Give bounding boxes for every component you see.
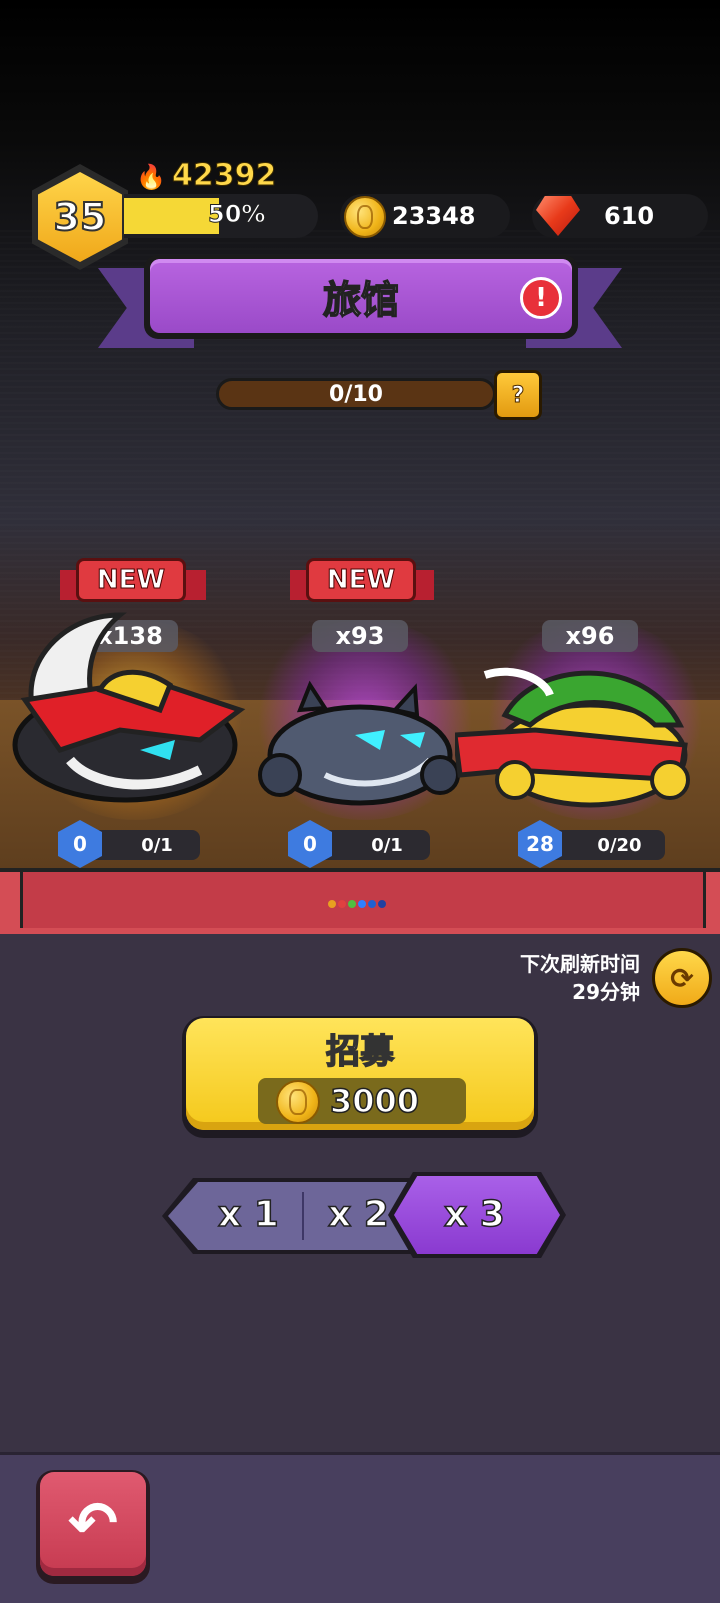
multiplier-x2[interactable]: x 2 <box>327 1193 389 1236</box>
refresh-label: 下次刷新时间 <box>520 952 640 976</box>
gem-amount: 610 <box>604 202 655 230</box>
coin-amount: 23348 <box>392 202 476 230</box>
fire-icon: 🔥 <box>136 163 166 191</box>
hero-2-count: x93 <box>312 620 408 652</box>
coin-icon <box>344 196 386 238</box>
hero-2-armored-blob[interactable] <box>255 680 465 810</box>
refresh-icon: ⟳ <box>670 961 694 995</box>
xp-percent: 50% <box>207 200 266 229</box>
refresh-time: 29分钟 <box>572 980 640 1004</box>
refresh-info: 下次刷新时间 29分钟 <box>430 950 640 1006</box>
help-button[interactable]: ? <box>494 370 542 420</box>
multiplier-x3[interactable]: x 3 <box>443 1193 505 1236</box>
hero-3-shards: 0/20 <box>597 834 642 856</box>
indicator-dot <box>358 900 366 908</box>
indicator-dot <box>338 900 346 908</box>
refresh-button[interactable]: ⟳ <box>652 948 712 1008</box>
hero-1-shards: 0/1 <box>141 834 173 856</box>
indicator-dot <box>378 900 386 908</box>
xp-bar-fill <box>124 198 219 234</box>
back-arrow-icon: ↶ <box>67 1489 119 1559</box>
indicator-dot <box>328 900 336 908</box>
page-indicator-dots <box>328 900 398 910</box>
recruit-cost: 3000 <box>329 1081 420 1121</box>
hero-2-shards: 0/1 <box>371 834 403 856</box>
hero-3-count: x96 <box>542 620 638 652</box>
alert-icon[interactable]: ! <box>520 277 562 319</box>
indicator-dot <box>348 900 356 908</box>
tavern-progress-bar: 0/10 <box>216 378 496 410</box>
page-title: 旅馆 <box>150 259 572 333</box>
multiplier-x1[interactable]: x 1 <box>217 1193 279 1236</box>
new-badge: NEW <box>306 558 416 602</box>
coin-icon <box>276 1080 320 1124</box>
back-button[interactable]: ↶ <box>40 1472 146 1576</box>
hero-3-archer[interactable] <box>455 655 705 815</box>
player-power: 42392 <box>171 158 277 194</box>
new-badge: NEW <box>76 558 186 602</box>
indicator-dot <box>368 900 376 908</box>
hero-1-knight[interactable] <box>0 610 250 810</box>
multiplier-divider <box>302 1192 304 1240</box>
recruit-label: 招募 <box>325 1031 395 1073</box>
